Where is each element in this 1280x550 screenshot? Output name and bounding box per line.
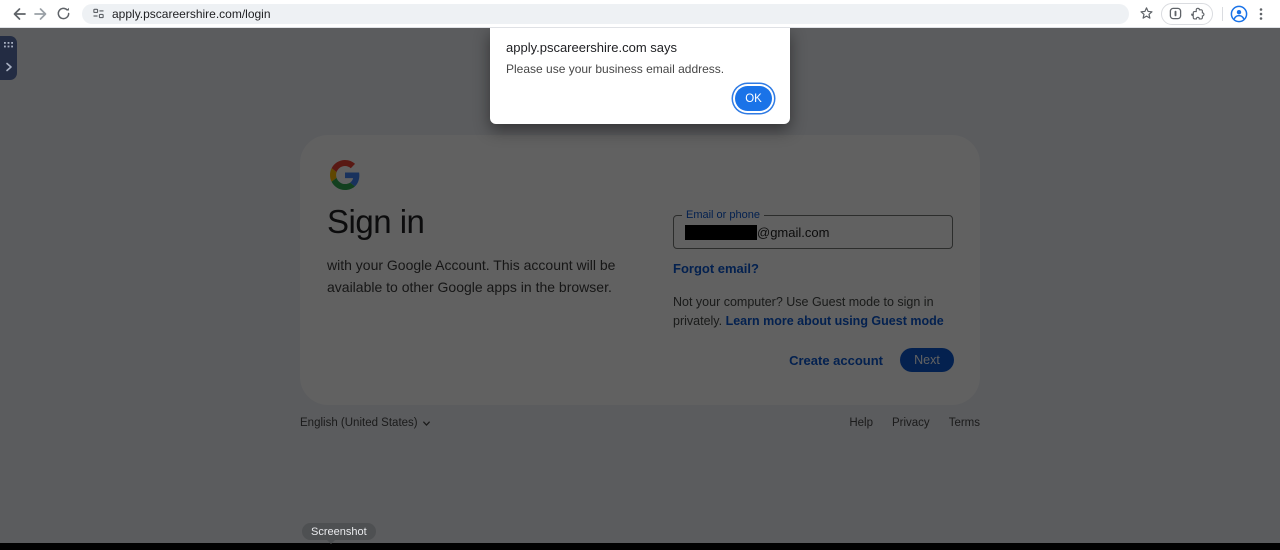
extensions-puzzle-icon[interactable] [1191, 7, 1205, 21]
browser-window: apply.pscareershire.com/login [0, 0, 1280, 550]
alert-dialog-title: apply.pscareershire.com says [506, 40, 677, 55]
screenshot-tooltip-label: Screenshot [311, 526, 367, 538]
profile-avatar-icon [1230, 5, 1248, 23]
browser-toolbar: apply.pscareershire.com/login [0, 0, 1280, 28]
url-bar[interactable]: apply.pscareershire.com/login [82, 4, 1129, 24]
back-arrow-icon [11, 6, 27, 22]
reload-button[interactable] [52, 3, 74, 25]
bookmark-button[interactable] [1135, 3, 1157, 25]
alert-ok-button[interactable]: OK [735, 86, 772, 111]
menu-button[interactable] [1250, 3, 1272, 25]
toolbar-separator [1222, 7, 1223, 21]
back-button[interactable] [8, 3, 30, 25]
apps-grid-icon [4, 42, 13, 51]
kebab-menu-icon [1254, 7, 1268, 21]
url-text: apply.pscareershire.com/login [112, 7, 271, 21]
bookmark-star-icon [1139, 6, 1154, 21]
expand-chevron-icon [5, 62, 13, 72]
screenshot-tooltip: Screenshot [302, 523, 376, 540]
forward-button[interactable] [30, 3, 52, 25]
site-info-icon [92, 7, 105, 20]
extension-icon[interactable] [1169, 7, 1182, 20]
alert-dialog: apply.pscareershire.com says Please use … [490, 28, 790, 124]
reload-icon [56, 6, 71, 21]
extensions-area [1161, 3, 1213, 25]
side-panel-toggle[interactable] [0, 36, 17, 80]
bottom-taskbar-edge [0, 543, 1280, 550]
profile-button[interactable] [1228, 3, 1250, 25]
alert-dialog-message: Please use your business email address. [506, 62, 724, 76]
forward-arrow-icon [33, 6, 49, 22]
